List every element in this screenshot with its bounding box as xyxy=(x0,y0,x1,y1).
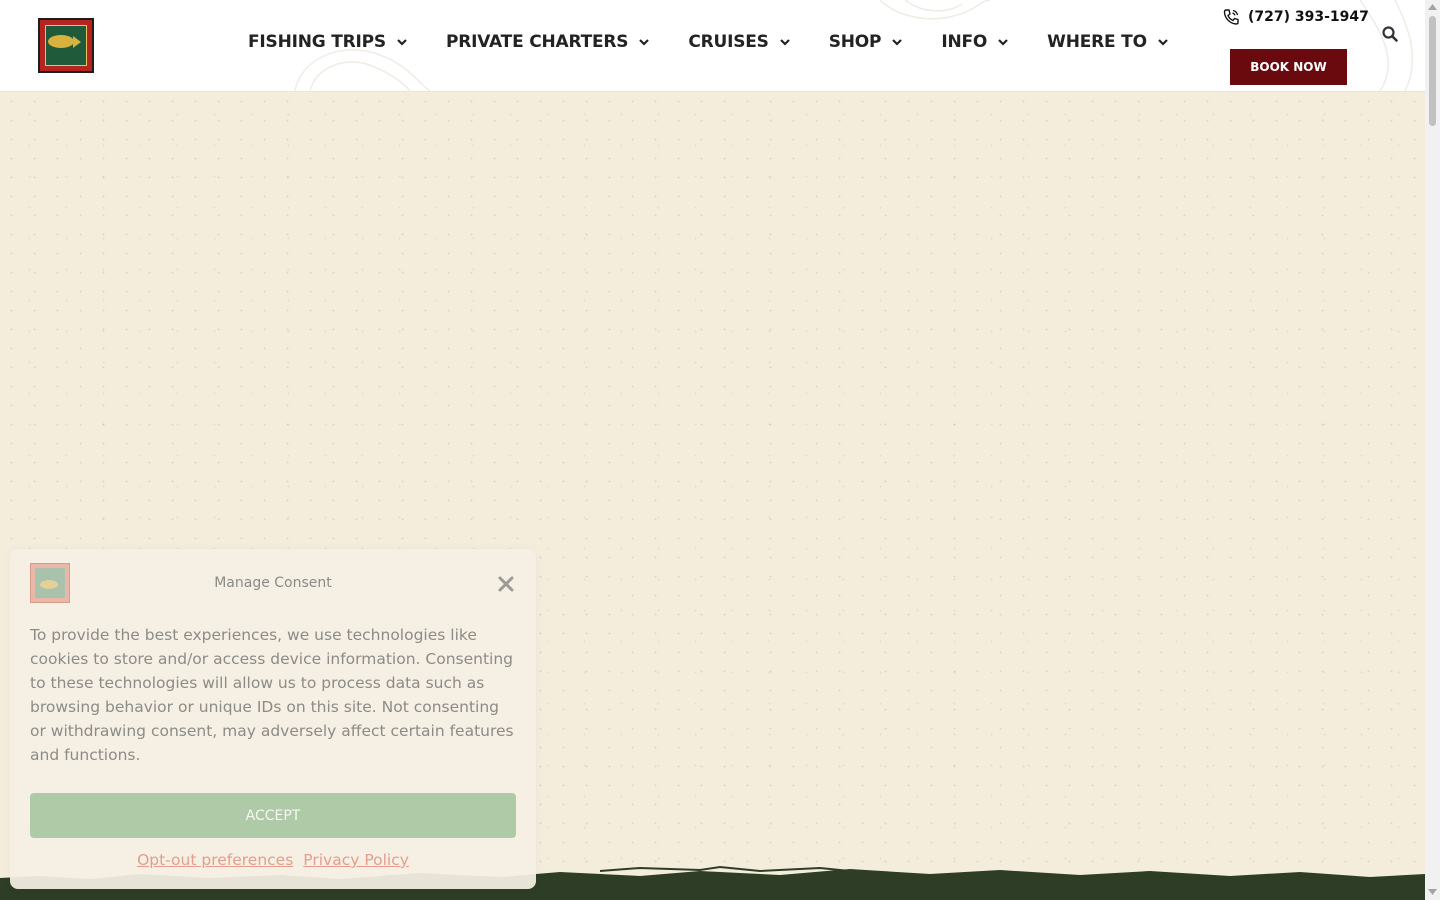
nav-shop[interactable]: SHOP xyxy=(829,32,904,52)
scroll-up-arrow-icon[interactable] xyxy=(1428,3,1437,11)
nav-label: SHOP xyxy=(828,32,882,52)
main-nav: FISHING TRIPS PRIVATE CHARTERS CRUISES S… xyxy=(248,32,1207,52)
nav-where-to[interactable]: WHERE TO xyxy=(1047,32,1169,52)
nav-label: PRIVATE CHARTERS xyxy=(445,32,629,52)
accept-button[interactable]: ACCEPT xyxy=(30,793,516,838)
chevron-down-icon xyxy=(639,39,650,46)
scroll-down-arrow-icon[interactable] xyxy=(1428,888,1437,896)
phone-link[interactable]: (727) 393-1947 xyxy=(1222,8,1369,26)
consent-body: To provide the best experiences, we use … xyxy=(30,626,514,764)
site-logo[interactable] xyxy=(38,18,94,73)
nav-fishing-trips[interactable]: FISHING TRIPS xyxy=(248,32,408,52)
opt-out-preferences-link[interactable]: Opt-out preferences xyxy=(137,851,293,869)
phone-number: (727) 393-1947 xyxy=(1248,9,1369,25)
book-now-button[interactable]: BOOK NOW xyxy=(1230,49,1347,85)
consent-links: Opt-out preferences Privacy Policy xyxy=(10,851,536,869)
consent-title: Manage Consent xyxy=(214,575,332,591)
logo-fish-tail xyxy=(73,36,81,48)
chevron-down-icon xyxy=(779,39,790,46)
nav-info[interactable]: INFO xyxy=(941,32,1009,52)
search-icon[interactable] xyxy=(1381,25,1399,43)
consent-dialog: Manage Consent To provide the best exper… xyxy=(10,549,536,889)
site-header: FISHING TRIPS PRIVATE CHARTERS CRUISES S… xyxy=(0,0,1425,92)
nav-label: FISHING TRIPS xyxy=(248,32,386,52)
close-icon[interactable] xyxy=(496,574,516,594)
nav-label: WHERE TO xyxy=(1047,32,1147,52)
nav-private-charters[interactable]: PRIVATE CHARTERS xyxy=(446,32,650,52)
nav-cruises[interactable]: CRUISES xyxy=(688,32,790,52)
chevron-down-icon xyxy=(397,39,407,46)
nav-label: INFO xyxy=(941,32,988,52)
chevron-down-icon xyxy=(998,39,1008,46)
phone-icon xyxy=(1223,9,1239,25)
nav-label: CRUISES xyxy=(688,32,769,52)
chevron-down-icon xyxy=(892,39,903,46)
page-scrollbar[interactable] xyxy=(1425,0,1440,900)
logo-fish-icon xyxy=(48,35,74,48)
chevron-down-icon xyxy=(1158,39,1168,46)
privacy-policy-link[interactable]: Privacy Policy xyxy=(303,851,409,869)
scrollbar-thumb[interactable] xyxy=(1429,16,1436,126)
